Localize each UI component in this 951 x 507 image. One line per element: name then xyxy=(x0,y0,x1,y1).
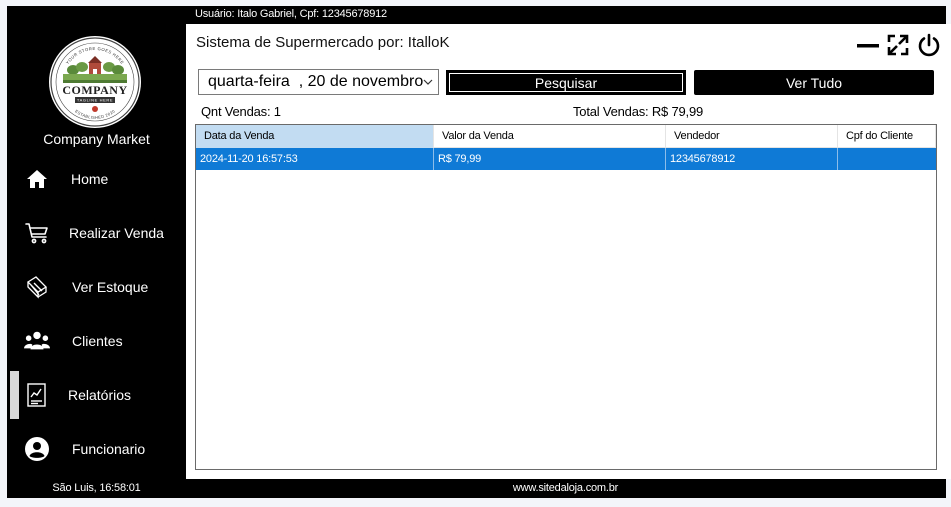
maximize-button[interactable] xyxy=(886,32,910,58)
logo-tagline: TAGLINE HERE xyxy=(77,98,113,103)
search-button[interactable]: Pesquisar xyxy=(446,70,686,95)
user-icon xyxy=(24,436,50,462)
minimize-button[interactable] xyxy=(856,32,880,58)
power-icon xyxy=(918,33,940,57)
sidebar-item-label: Ver Estoque xyxy=(72,279,149,295)
page-title: Sistema de Supermercado por: ItalloK xyxy=(196,34,450,51)
window-edge xyxy=(945,24,951,479)
sidebar-item-label: Realizar Venda xyxy=(69,225,164,241)
sidebar-item-label: Clientes xyxy=(72,333,123,349)
column-header-cpf[interactable]: Cpf do Cliente xyxy=(838,125,936,148)
column-header-valor[interactable]: Valor da Venda xyxy=(434,125,666,148)
users-icon xyxy=(24,328,50,354)
company-logo: YOUR STORE GOES HERE COMPANY TAGLINE HER… xyxy=(49,36,141,128)
search-button-label: Pesquisar xyxy=(534,74,598,91)
sidebar-item-ver-estoque[interactable]: Ver Estoque xyxy=(7,264,186,310)
sidebar-item-label: Home xyxy=(71,171,109,187)
table-cell[interactable] xyxy=(838,148,936,170)
power-button[interactable] xyxy=(916,32,942,58)
column-header-data[interactable]: Data da Venda xyxy=(196,125,434,148)
report-icon xyxy=(24,382,50,408)
site-url: www.sitedaloja.com.br xyxy=(512,482,619,494)
home-icon xyxy=(24,166,50,192)
show-all-button[interactable]: Ver Tudo xyxy=(694,70,934,95)
table-row[interactable]: 2024-11-20 16:57:53 R$ 79,99 12345678912 xyxy=(196,148,936,170)
sidebar-item-funcionario[interactable]: Funcionario xyxy=(7,426,186,472)
expand-icon xyxy=(887,34,909,56)
sales-total: Total Vendas: R$ 79,99 xyxy=(573,104,704,119)
table-cell[interactable]: 12345678912 xyxy=(666,148,838,170)
company-name: Company Market xyxy=(43,131,150,147)
table-cell[interactable]: R$ 79,99 xyxy=(434,148,666,170)
minimize-icon xyxy=(857,44,879,48)
table-cell[interactable]: 2024-11-20 16:57:53 xyxy=(196,148,434,170)
sales-count: Qnt Vendas: 1 xyxy=(201,104,281,119)
sidebar-item-home[interactable]: Home xyxy=(7,156,186,202)
sales-table[interactable]: Data da Venda Valor da Venda Vendedor Cp… xyxy=(195,124,937,470)
user-info: Usuário: Italo Gabriel, Cpf: 12345678912 xyxy=(195,8,387,20)
sidebar-item-label: Relatórios xyxy=(68,387,132,403)
stock-icon xyxy=(24,274,50,300)
date-picker-value: quarta-feira , 20 de novembro xyxy=(208,73,424,90)
sidebar-item-label: Funcionario xyxy=(72,441,146,457)
cart-icon xyxy=(24,220,50,246)
date-picker[interactable]: quarta-feira , 20 de novembro xyxy=(198,69,439,95)
sidebar-item-realizar-venda[interactable]: Realizar Venda xyxy=(7,210,186,256)
chevron-down-icon xyxy=(423,79,433,85)
show-all-button-label: Ver Tudo xyxy=(785,74,843,91)
location-clock: São Luis, 16:58:01 xyxy=(52,482,141,494)
table-header: Data da Venda Valor da Venda Vendedor Cp… xyxy=(196,125,936,148)
sidebar-item-clientes[interactable]: Clientes xyxy=(7,318,186,364)
sidebar-item-relatorios[interactable]: Relatórios xyxy=(7,372,186,418)
column-header-vendedor[interactable]: Vendedor xyxy=(666,125,838,148)
logo-brand: COMPANY xyxy=(62,83,127,97)
